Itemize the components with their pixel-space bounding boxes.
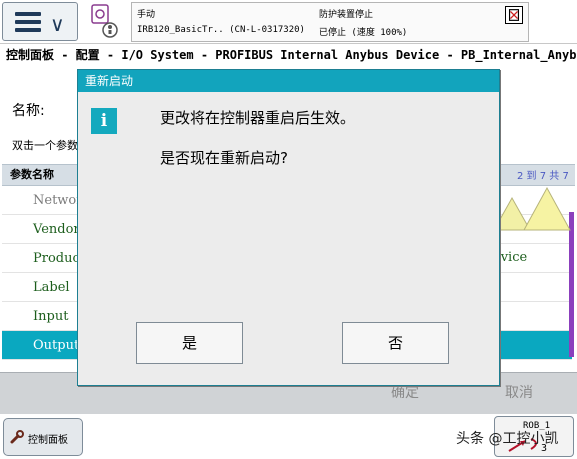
menu-icon (15, 12, 41, 16)
breadcrumb: 控制面板 - 配置 - I/O System - PROFIBUS Intern… (6, 48, 577, 62)
scroll-down-icon (523, 186, 571, 231)
status-panel: 手动 IRB120_BasicTr.. (CN-L-0317320) 防护装置停… (131, 2, 529, 42)
name-label: 名称: (12, 103, 45, 119)
mode-text: 手动 (137, 10, 156, 20)
info-icon: i (91, 108, 117, 134)
page-range: 2 到 7 共 7 (517, 171, 569, 182)
row-label: Input (33, 309, 69, 324)
run-status-text: 已停止 (速度 100%) (319, 28, 408, 38)
dialog-message: 更改将在控制器重启后生效。 (160, 109, 356, 127)
close-window-icon[interactable] (505, 6, 523, 24)
wrench-icon (10, 430, 24, 444)
menu-icon-bar (15, 28, 41, 32)
dialog-title: 重新启动 (78, 70, 499, 92)
control-panel-tab[interactable]: 控制面板 (3, 418, 83, 456)
scroll-arrows[interactable] (492, 186, 572, 232)
robot-name-text: IRB120_BasicTr.. (CN-L-0317320) (137, 25, 305, 35)
chevron-down-icon: ∨ (50, 12, 65, 36)
row-label: Label (33, 280, 70, 295)
main-menu-button[interactable]: ∨ (2, 2, 78, 41)
row-label: Vendor (33, 222, 80, 237)
column-header-param-name: 参数名称 (10, 168, 54, 181)
safety-text: 防护装置停止 (319, 10, 374, 20)
yes-button[interactable]: 是 (136, 322, 243, 364)
robot-status-icon[interactable] (88, 3, 126, 41)
scrollbar[interactable] (569, 212, 574, 357)
hint-text: 双击一个参数 (12, 139, 78, 152)
watermark-text: 头条 @工控小凯 (456, 431, 559, 447)
dialog-question: 是否现在重新启动? (160, 149, 288, 167)
control-panel-label: 控制面板 (28, 435, 68, 446)
menu-icon-bar (15, 20, 41, 24)
row-label: Output (33, 338, 80, 353)
restart-dialog: 重新启动 i 更改将在控制器重启后生效。 是否现在重新启动? 是 否 (77, 69, 500, 386)
no-button[interactable]: 否 (342, 322, 449, 364)
